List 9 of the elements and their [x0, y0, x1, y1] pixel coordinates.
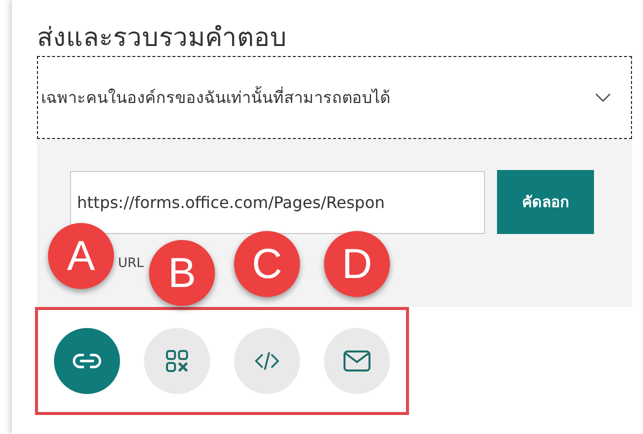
- copy-button[interactable]: คัดลอก: [497, 170, 594, 234]
- chevron-down-icon: [595, 92, 611, 102]
- code-icon: [255, 352, 279, 370]
- envelope-icon: [343, 350, 371, 372]
- url-label: URL: [118, 256, 144, 271]
- link-field[interactable]: https://forms.office.com/Pages/Respon: [70, 170, 485, 234]
- link-icon: [72, 353, 102, 369]
- qr-code-icon: [166, 350, 188, 372]
- panel-title: ส่งและรวบรวมคำตอบ: [37, 22, 288, 55]
